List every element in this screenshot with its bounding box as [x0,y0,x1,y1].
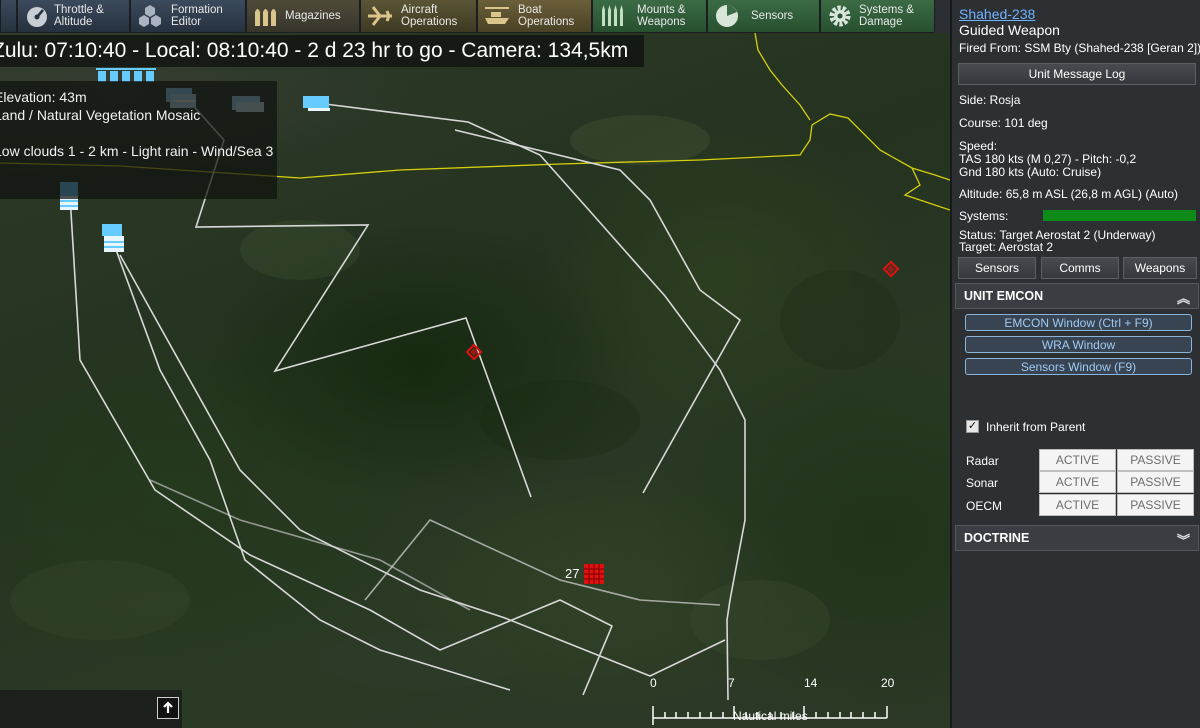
comms-tab-button[interactable]: Comms [1041,257,1119,279]
scale-tick-label: 14 [804,676,818,690]
scale-unit-label: Nautical miles [733,709,808,723]
radar-active-button[interactable]: ACTIVE [1039,449,1116,471]
wra-window-button[interactable]: WRA Window [965,336,1192,353]
unit-emcon-header[interactable]: UNIT EMCON ︽ [955,283,1199,309]
contact-count-label: 27 [565,566,580,581]
oecm-label: OECM [966,499,1002,513]
systems-label: Systems: [959,209,1009,223]
app-root: Throttle & Altitude Formation Editor Mag… [0,0,1200,728]
aircraft-operations-button[interactable]: Aircraft Operations [360,0,477,33]
sensors-button[interactable]: Sensors [707,0,820,33]
missiles-icon [597,1,627,31]
mounts-weapons-label: Mounts & Weapons [637,4,686,28]
oecm-active-button[interactable]: ACTIVE [1039,494,1116,516]
speed-ground-text: Gnd 180 kts (Auto: Cruise) [959,165,1102,179]
target-text: Target: Aerostat 2 [959,240,1054,254]
oecm-passive-button[interactable]: PASSIVE [1117,494,1194,516]
elevation-readout: Elevation: 43m [0,89,87,105]
track-5 [119,254,726,677]
sonar-passive-button[interactable]: PASSIVE [1117,471,1194,493]
radar-label: Radar [966,454,999,468]
chevron-double-up-icon[interactable]: ︽ [1177,288,1190,307]
unit-type: Guided Weapon [959,22,1060,38]
magazines-label: Magazines [285,10,341,22]
side-text: Side: Rosja [959,93,1021,107]
border-line-north [754,33,811,121]
radar-passive-button[interactable]: PASSIVE [1117,449,1194,471]
tactical-map[interactable]: Zulu: 07:10:40 - Local: 08:10:40 - 2 d 2… [0,33,950,728]
checkmark-icon: ✓ [967,420,978,432]
scale-tick-label: 0 [650,676,657,690]
friendly-unit-marker[interactable] [96,68,156,82]
doctrine-header[interactable]: DOCTRINE ︾ [955,525,1199,551]
scale-tick-label: 20 [881,676,895,690]
unit-emcon-title: UNIT EMCON [964,289,1044,303]
unit-side-panel: Shahed-238 Guided Weapon Fired From: SSM… [950,0,1200,728]
hexagon-cluster-icon [135,1,165,31]
systems-damage-label: Systems & Damage [859,4,914,28]
aircraft-operations-label: Aircraft Operations [401,4,458,28]
track-7 [364,519,721,606]
throttle-altitude-label: Throttle & Altitude [54,4,104,28]
boat-operations-button[interactable]: Boat Operations [477,0,592,33]
boat-icon [482,1,512,31]
speed-label: Speed: [959,139,998,153]
throttle-gauge-icon [22,1,52,31]
fired-from-text: Fired From: SSM Bty (Shahed-238 [Geran 2… [959,41,1200,55]
chevron-double-down-icon[interactable]: ︾ [1177,530,1190,549]
friendly-unit-marker[interactable] [303,96,330,111]
border-line-east [903,167,950,211]
ammunition-rounds-icon [251,1,281,31]
emcon-window-button[interactable]: EMCON Window (Ctrl + F9) [965,314,1192,331]
magazines-button[interactable]: Magazines [246,0,360,33]
weather-readout: Low clouds 1 - 2 km - Light rain - Wind/… [0,143,274,159]
sensors-tab-button[interactable]: Sensors [958,257,1036,279]
aircraft-icon [365,1,395,31]
scale-tick-label: 7 [728,676,735,690]
friendly-unit-marker[interactable] [102,224,124,252]
formation-editor-button[interactable]: Formation Editor [130,0,246,33]
radar-dial-icon [712,1,742,31]
course-text: Course: 101 deg [959,116,1048,130]
hostile-contact-group[interactable] [584,564,604,584]
hostile-contact[interactable] [882,260,900,278]
time-camera-readout: Zulu: 07:10:40 - Local: 08:10:40 - 2 d 2… [0,39,629,62]
terrain-texture [10,115,900,690]
sonar-active-button[interactable]: ACTIVE [1039,471,1116,493]
unit-message-log-button[interactable]: Unit Message Log [958,63,1196,85]
toolbar-button-partial[interactable] [0,0,17,33]
boat-operations-label: Boat Operations [518,4,575,28]
map-info-box: Elevation: 43m Land / Natural Vegetation… [0,81,277,199]
arrow-up-icon [163,701,173,713]
terrain-readout: Land / Natural Vegetation Mosaic [0,107,201,123]
map-status-bar: Zulu: 07:10:40 - Local: 08:10:40 - 2 d 2… [0,35,645,67]
sonar-label: Sonar [966,476,999,490]
speed-tas-text: TAS 180 kts (M 0,27) - Pitch: -0,2 [959,152,1137,166]
weapons-tab-button[interactable]: Weapons [1123,257,1197,279]
altitude-text: Altitude: 65,8 m ASL (26,8 m AGL) (Auto) [959,187,1178,201]
unit-name-link[interactable]: Shahed-238 [959,6,1035,22]
gear-icon [825,1,855,31]
sensors-label: Sensors [751,10,794,22]
expand-up-button[interactable] [157,697,179,719]
scale-bar: 0 7 14 20 Nautical miles [640,673,900,728]
doctrine-title: DOCTRINE [964,531,1030,545]
throttle-altitude-button[interactable]: Throttle & Altitude [17,0,130,33]
formation-editor-label: Formation Editor [171,4,223,28]
sensors-window-button[interactable]: Sensors Window (F9) [965,358,1192,375]
top-toolbar: Throttle & Altitude Formation Editor Mag… [0,0,950,33]
inherit-checkbox[interactable]: ✓ [966,420,979,433]
mounts-weapons-button[interactable]: Mounts & Weapons [592,0,707,33]
systems-damage-button[interactable]: Systems & Damage [820,0,935,33]
systems-health-bar [1043,210,1196,221]
inherit-label: Inherit from Parent [986,420,1086,434]
map-bottom-panel [0,690,182,728]
